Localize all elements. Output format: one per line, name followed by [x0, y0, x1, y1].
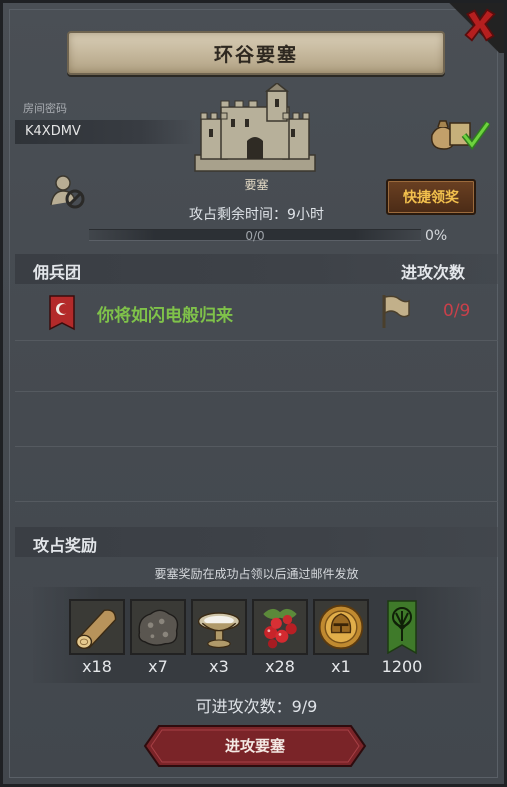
reward-quantity: x18 — [82, 657, 112, 676]
attacks-remaining: 可进攻次数：9/9 — [195, 697, 318, 716]
rewards-note: 要塞奖励在成功占领以后通过邮件发放 — [154, 567, 359, 581]
rewards-header: 攻占奖励 — [33, 536, 98, 555]
reward-quantity: x7 — [148, 657, 168, 676]
ore-stone-icon — [132, 601, 184, 653]
row-divider — [15, 446, 498, 447]
reward-item[interactable] — [313, 599, 369, 655]
salt-bowl-icon — [193, 601, 245, 653]
row-divider — [15, 391, 498, 392]
reward-item[interactable] — [191, 599, 247, 655]
reward-quantity: x1 — [331, 657, 351, 676]
attack-count-header: 进攻次数 — [401, 263, 466, 282]
knight-helmet-coin-icon — [315, 601, 367, 653]
capture-time-remaining: 攻占剩余时间：9小时 — [189, 207, 324, 223]
room-code-label: 房间密码 — [23, 102, 67, 115]
close-icon — [464, 8, 496, 42]
reward-quantity: x3 — [209, 657, 229, 676]
attack-fortress-label: 进攻要塞 — [224, 737, 285, 755]
fortress-panel: 环谷要塞 房间密码 K4XDMV 要塞 快捷领奖 攻占剩余时间：9小时 0/0 … — [0, 0, 507, 787]
reward-quantity: 1200 — [381, 657, 423, 676]
attack-flag-icon — [382, 295, 410, 328]
reward-item[interactable] — [69, 599, 125, 655]
reward-quantity: x28 — [265, 657, 295, 676]
title-banner: 环谷要塞 — [67, 31, 445, 75]
row-divider — [15, 340, 498, 341]
page-title: 环谷要塞 — [213, 43, 298, 66]
mercenary-header: 佣兵团 — [33, 263, 82, 282]
tree-banner-icon — [387, 600, 417, 655]
attack-fortress-button[interactable]: 进攻要塞 — [143, 724, 367, 768]
castle-icon — [194, 83, 316, 172]
wood-log-icon — [71, 601, 123, 653]
capture-progress-text: 0/0 — [245, 229, 265, 243]
reward-item[interactable] — [252, 599, 308, 655]
row-divider — [15, 501, 498, 502]
mercenary-attack-count: 0/9 — [443, 301, 471, 321]
close-button[interactable] — [460, 5, 500, 45]
room-code-value[interactable]: K4XDMV — [25, 124, 81, 139]
reward-item[interactable] — [374, 599, 430, 655]
reward-bag-check-icon[interactable] — [428, 115, 490, 155]
reward-item[interactable] — [130, 599, 186, 655]
berries-icon — [254, 601, 306, 653]
capture-progress-percent: 0% — [425, 228, 448, 244]
mercenary-name[interactable]: 你将如闪电般归来 — [97, 301, 233, 326]
mercenary-banner-icon — [49, 295, 75, 331]
